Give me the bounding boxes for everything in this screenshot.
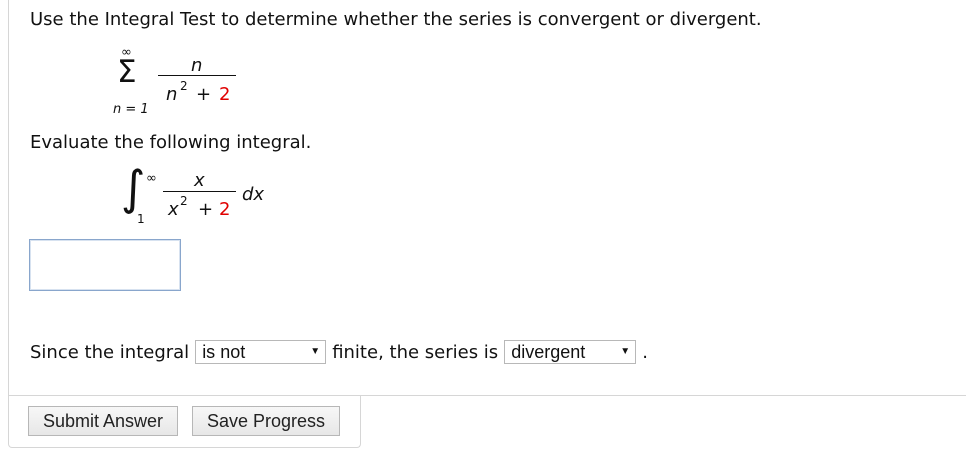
question-frame bbox=[8, 0, 966, 396]
conclusion-middle: finite, the series is bbox=[332, 341, 499, 363]
series-denominator-constant: 2 bbox=[219, 84, 231, 105]
series-denominator-power: 2 bbox=[180, 79, 188, 93]
series-denominator-variable: n bbox=[166, 84, 178, 105]
conclusion-sentence: Since the integral is not ▼ finite, the … bbox=[30, 339, 648, 365]
save-progress-button[interactable]: Save Progress bbox=[192, 406, 340, 436]
dropdown-arrow-icon: ▼ bbox=[310, 346, 321, 357]
series-numerator: n bbox=[191, 55, 203, 76]
series-denominator-plus: + bbox=[196, 84, 212, 105]
series-fraction-line bbox=[158, 75, 236, 76]
integral-answer-input[interactable] bbox=[29, 239, 181, 291]
integral-denominator-variable: x bbox=[168, 199, 179, 220]
submit-answer-button[interactable]: Submit Answer bbox=[28, 406, 178, 436]
series-lower-limit: n = 1 bbox=[113, 102, 149, 117]
integral-numerator: x bbox=[194, 170, 205, 191]
integral-finiteness-select[interactable]: is not ▼ bbox=[195, 340, 327, 364]
evaluate-prompt: Evaluate the following integral. bbox=[30, 132, 312, 153]
dropdown-arrow-icon: ▼ bbox=[620, 346, 631, 357]
conclusion-prefix: Since the integral bbox=[30, 341, 190, 363]
question-text: Use the Integral Test to determine wheth… bbox=[30, 9, 762, 30]
series-convergence-selected-value: divergent bbox=[511, 341, 586, 362]
integral-denominator-power: 2 bbox=[180, 194, 188, 208]
integral-finiteness-selected-value: is not bbox=[202, 341, 246, 362]
integral-lower-limit: 1 bbox=[137, 212, 145, 226]
integral-denominator-plus: + bbox=[198, 199, 214, 220]
integral-differential: dx bbox=[242, 184, 265, 205]
conclusion-period: . bbox=[642, 341, 648, 363]
summation-symbol: Σ bbox=[117, 54, 137, 90]
integral-fraction-line bbox=[163, 191, 236, 192]
integral-symbol: ∫ bbox=[121, 161, 146, 216]
series-convergence-select[interactable]: divergent ▼ bbox=[504, 340, 637, 364]
integral-upper-limit: ∞ bbox=[146, 171, 157, 186]
integral-denominator-constant: 2 bbox=[219, 199, 231, 220]
